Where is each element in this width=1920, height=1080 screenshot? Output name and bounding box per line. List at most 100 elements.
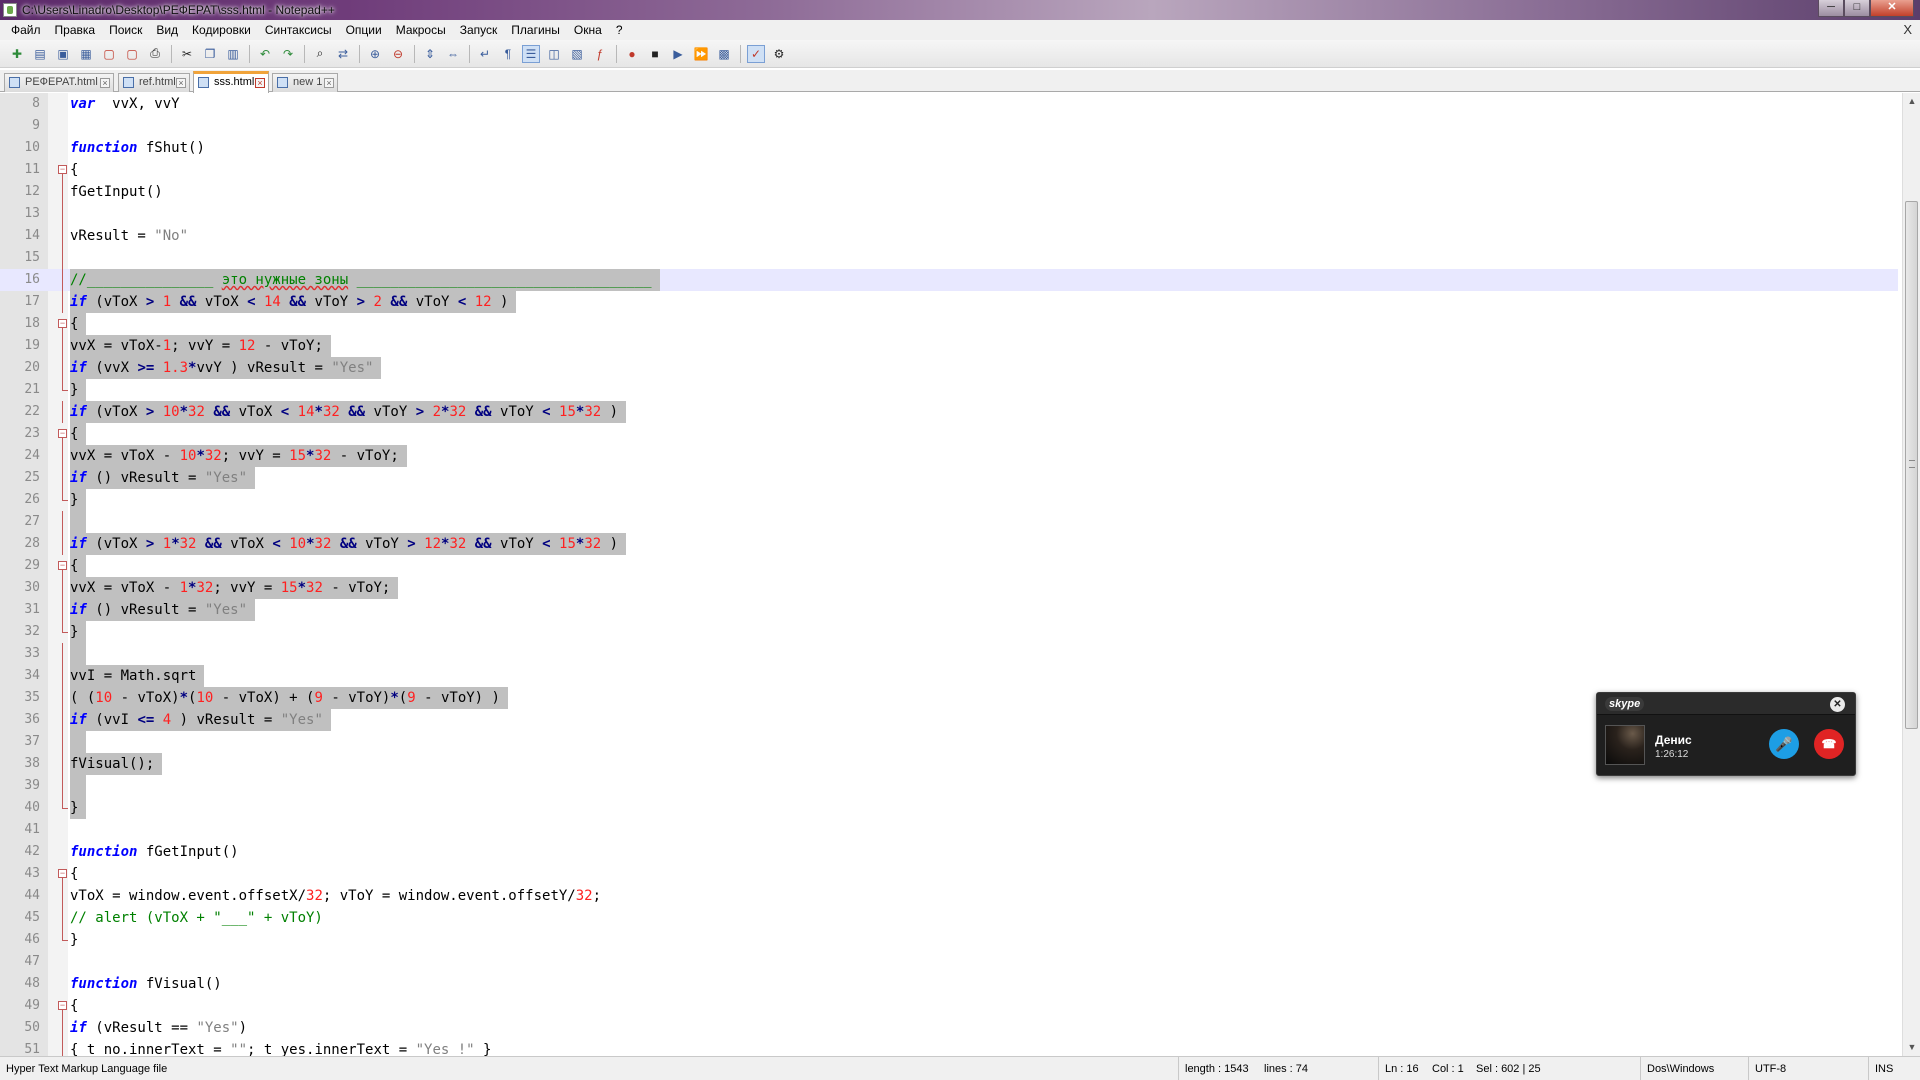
new-file-icon[interactable]: ✚ — [8, 45, 26, 63]
zoom-out-icon[interactable]: ⊖ — [389, 45, 407, 63]
fold-toggle-icon[interactable]: − — [58, 319, 67, 328]
spell-check-icon[interactable]: ✓ — [747, 44, 765, 63]
word-wrap-icon[interactable]: ↵ — [476, 45, 494, 63]
fold-toggle-icon[interactable]: − — [58, 869, 67, 878]
code-line[interactable]: 49 −{ — [0, 995, 1898, 1017]
user-language-icon[interactable]: ◫ — [545, 45, 563, 63]
status-insert-mode[interactable]: INS — [1868, 1057, 1893, 1080]
menu-view[interactable]: Вид — [149, 20, 185, 40]
code-line[interactable]: 24 vvX = vToX - 10*32; vvY = 15*32 - vToY… — [0, 445, 1898, 467]
run-macro-multiple-icon[interactable]: ⏩ — [692, 45, 710, 63]
tab-new-1[interactable]: new 1 × — [272, 73, 338, 92]
code-line[interactable]: 8 var vvX, vvY — [0, 93, 1898, 115]
code-line[interactable]: 31 if () vResult = "Yes" — [0, 599, 1898, 621]
close-icon[interactable]: ✕ — [1830, 697, 1845, 712]
code-line[interactable]: 18 −{ — [0, 313, 1898, 335]
skype-call-window[interactable]: skype ✕ Денис 1:26:12 🎤 ☎ — [1596, 692, 1856, 776]
status-encoding[interactable]: UTF-8 — [1748, 1057, 1786, 1080]
code-line[interactable]: 44 vToX = window.event.offsetX/32; vToY =… — [0, 885, 1898, 907]
code-line[interactable]: 20 if (vvX >= 1.3*vvY ) vResult = "Yes" — [0, 357, 1898, 379]
code-line[interactable]: 46} — [0, 929, 1898, 951]
code-line[interactable]: 47 — [0, 951, 1898, 973]
tab-sss-html[interactable]: sss.html × — [193, 71, 269, 93]
code-line[interactable]: 51 { t_no.innerText = ""; t_yes.innerText… — [0, 1039, 1898, 1056]
save-macro-icon[interactable]: ▩ — [715, 45, 733, 63]
record-macro-icon[interactable]: ● — [623, 45, 641, 63]
scroll-thumb[interactable] — [1905, 201, 1918, 729]
replace-icon[interactable]: ⇄ — [334, 45, 352, 63]
code-editor[interactable]: 8 var vvX, vvY 9 10 function fShut() 11−{12 fG… — [0, 93, 1920, 1056]
menu-file[interactable]: Файл — [4, 20, 48, 40]
fold-toggle-icon[interactable]: − — [58, 165, 67, 174]
microphone-icon[interactable]: 🎤 — [1769, 729, 1799, 759]
code-line[interactable]: 34 vvI = Math.sqrt — [0, 665, 1898, 687]
menu-edit[interactable]: Правка — [48, 20, 103, 40]
code-line[interactable]: 26} — [0, 489, 1898, 511]
code-line[interactable]: 45 // alert (vToX + "___" + vToY) — [0, 907, 1898, 929]
code-line[interactable]: 50 if (vResult == "Yes") — [0, 1017, 1898, 1039]
code-line[interactable]: 10 function fShut() — [0, 137, 1898, 159]
redo-icon[interactable]: ↷ — [279, 45, 297, 63]
code-line[interactable]: 16 //_______________ это нужные зоны ____… — [0, 269, 1898, 291]
menu-settings[interactable]: Опции — [339, 20, 389, 40]
code-line[interactable]: 29 −{ — [0, 555, 1898, 577]
fold-toggle-icon[interactable]: − — [58, 1001, 67, 1010]
close-icon[interactable]: ▢ — [100, 45, 118, 63]
spell-settings-icon[interactable]: ⚙ — [770, 45, 788, 63]
close-window-button[interactable]: ✕ — [1870, 0, 1914, 17]
menu-window[interactable]: Окна — [567, 20, 609, 40]
tab-ref-html[interactable]: ref.html × — [118, 73, 190, 92]
sync-vertical-icon[interactable]: ⇕ — [421, 45, 439, 63]
code-line[interactable]: 42 function fGetInput() — [0, 841, 1898, 863]
code-line[interactable]: 12 fGetInput() — [0, 181, 1898, 203]
code-line[interactable]: 27 — [0, 511, 1898, 533]
tab-close-icon[interactable]: × — [100, 78, 110, 88]
fold-marker[interactable]: − — [58, 555, 68, 577]
code-line[interactable]: 14 vResult = "No" — [0, 225, 1898, 247]
fold-marker[interactable]: − — [58, 995, 68, 1017]
code-line[interactable]: 17 if (vToX > 1 && vToX < 14 && vToY > 2 … — [0, 291, 1898, 313]
code-line[interactable]: 43 −{ — [0, 863, 1898, 885]
menu-encoding[interactable]: Кодировки — [185, 20, 258, 40]
code-line[interactable]: 13 — [0, 203, 1898, 225]
menu-macro[interactable]: Макросы — [389, 20, 453, 40]
menu-language[interactable]: Синтаксисы — [258, 20, 339, 40]
show-all-chars-icon[interactable]: ¶ — [499, 45, 517, 63]
code-line[interactable]: 25 if () vResult = "Yes" — [0, 467, 1898, 489]
fold-marker[interactable]: − — [58, 313, 68, 335]
find-icon[interactable]: ⌕ — [311, 45, 329, 63]
vertical-scrollbar[interactable]: ▲ ▼ — [1902, 93, 1920, 1056]
menu-run[interactable]: Запуск — [453, 20, 505, 40]
stop-record-icon[interactable]: ■ — [646, 45, 664, 63]
minimize-button[interactable]: ─ — [1818, 0, 1844, 17]
undo-icon[interactable]: ↶ — [256, 45, 274, 63]
hang-up-icon[interactable]: ☎ — [1814, 729, 1844, 759]
tab-close-icon[interactable]: × — [255, 78, 265, 88]
print-icon[interactable]: ⎙ — [146, 45, 164, 63]
maximize-button[interactable]: □ — [1844, 0, 1870, 17]
notepad-plus-plus-icon[interactable] — [3, 3, 17, 17]
sync-horizontal-icon[interactable]: ⇔ — [444, 45, 462, 63]
tab-referat-html[interactable]: РЕФЕРАТ.html × — [4, 73, 114, 92]
code-line[interactable]: 41 — [0, 819, 1898, 841]
fold-marker[interactable]: − — [58, 159, 68, 181]
open-file-icon[interactable]: ▤ — [31, 45, 49, 63]
copy-icon[interactable]: ❐ — [201, 45, 219, 63]
play-macro-icon[interactable]: ▶ — [669, 45, 687, 63]
code-line[interactable]: 21} — [0, 379, 1898, 401]
scroll-up-arrow-icon[interactable]: ▲ — [1903, 93, 1920, 110]
scroll-down-arrow-icon[interactable]: ▼ — [1903, 1039, 1920, 1056]
cut-icon[interactable]: ✂ — [178, 45, 196, 63]
code-line[interactable]: 30 vvX = vToX - 1*32; vvY = 15*32 - vToY; — [0, 577, 1898, 599]
menu-help[interactable]: ? — [609, 20, 630, 40]
code-line[interactable]: 33 — [0, 643, 1898, 665]
close-all-icon[interactable]: ▢ — [123, 45, 141, 63]
tab-close-icon[interactable]: × — [324, 78, 334, 88]
code-line[interactable]: 11 −{ — [0, 159, 1898, 181]
status-eol-format[interactable]: Dos\Windows — [1640, 1057, 1714, 1080]
tab-close-icon[interactable]: × — [176, 78, 186, 88]
fold-marker[interactable]: − — [58, 423, 68, 445]
code-line[interactable]: 9 — [0, 115, 1898, 137]
code-line[interactable]: 28 if (vToX > 1*32 && vToX < 10*32 && vTo… — [0, 533, 1898, 555]
code-line[interactable]: 23 −{ — [0, 423, 1898, 445]
